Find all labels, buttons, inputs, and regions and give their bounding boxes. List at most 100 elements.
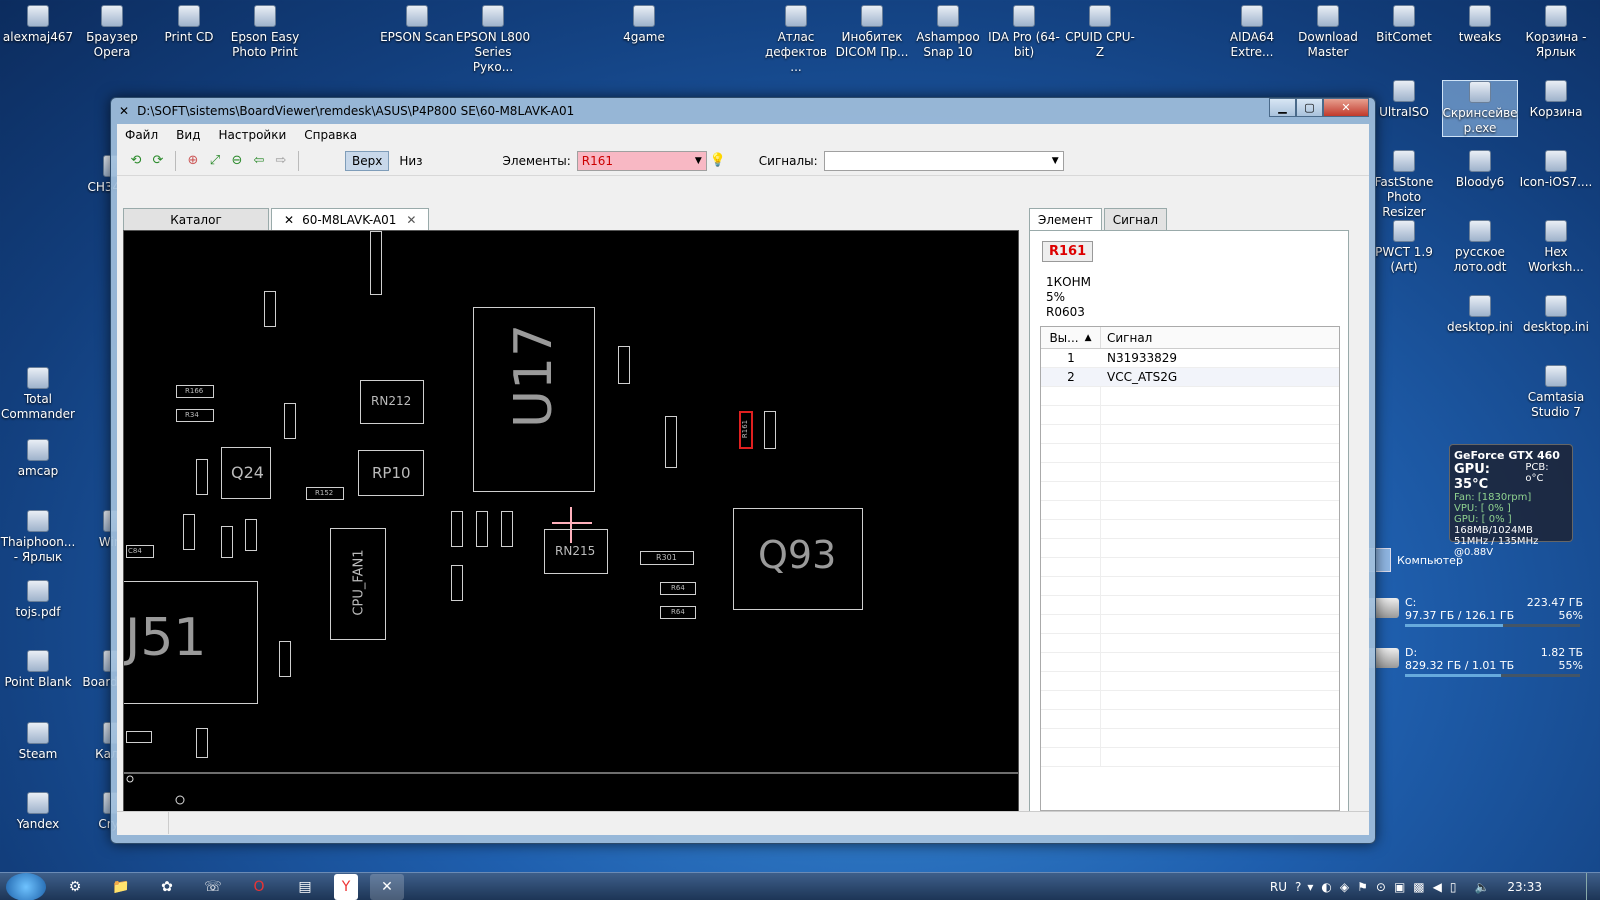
r152-resistor[interactable]: R152 — [306, 487, 344, 500]
rotate-right-icon[interactable]: ⟳ — [147, 151, 169, 171]
desktop-icon[interactable]: UltraISO — [1366, 80, 1442, 120]
desktop-icon[interactable]: Инобитек DICOM Пр... — [834, 5, 910, 60]
desktop-icon[interactable]: Print CD — [151, 5, 227, 45]
desktop-icon[interactable]: Steam — [0, 722, 76, 762]
desktop-icon[interactable]: tojs.pdf — [0, 580, 76, 620]
resistor-part[interactable] — [264, 291, 276, 327]
column-header-signal[interactable]: Сигнал — [1101, 327, 1339, 348]
resistor-part[interactable] — [196, 728, 208, 758]
language-indicator[interactable]: RU — [1270, 880, 1287, 894]
volume-icon[interactable]: 🔈 — [1474, 880, 1489, 894]
zoom-in-icon[interactable]: ⊕ — [182, 151, 204, 171]
zoom-fit-icon[interactable]: ⤢ — [204, 151, 226, 171]
desktop-icon[interactable]: PWCT 1.9 (Art) — [1366, 220, 1442, 275]
taskbar-app-icon[interactable]: ▤ — [288, 874, 322, 900]
resistor-part[interactable] — [451, 511, 463, 547]
chevron-down-icon[interactable]: ▼ — [1052, 156, 1059, 166]
start-button[interactable] — [6, 872, 46, 900]
capacitor-part[interactable] — [370, 231, 382, 295]
desktop-icon[interactable]: Thaiphoon... - Ярлык — [0, 510, 76, 565]
viber-icon[interactable]: ☏ — [196, 874, 230, 900]
maximize-button[interactable]: ▢ — [1296, 98, 1323, 117]
desktop-icon[interactable]: Total Commander — [0, 367, 76, 422]
bottom-side-toggle[interactable]: Низ — [393, 152, 428, 170]
menu-settings[interactable]: Настройки — [218, 128, 286, 142]
close-tab-icon[interactable]: ✕ — [406, 213, 416, 227]
resistor-part[interactable] — [284, 403, 296, 439]
desktop-icon[interactable]: Camtasia Studio 7 — [1518, 365, 1594, 420]
desktop-icon[interactable]: CPUID CPU-Z — [1062, 5, 1138, 60]
desktop-icon[interactable]: alexmaj467 — [0, 5, 76, 45]
yandex-icon[interactable]: Y — [334, 873, 358, 900]
r64-resistor[interactable]: R64 — [660, 606, 696, 619]
cpu-fan1-connector[interactable]: CPU_FAN1 — [330, 528, 386, 640]
r161-resistor-highlighted[interactable]: R161 — [739, 411, 753, 449]
r166-resistor[interactable]: R166 — [176, 385, 214, 398]
tray-icons[interactable]: ▾◐◈⚑⊙▣▩◀▯ — [1307, 880, 1464, 894]
resistor-part[interactable] — [618, 346, 630, 384]
explorer-icon[interactable]: 📁 — [104, 874, 138, 900]
forward-arrow-icon[interactable]: ⇨ — [270, 151, 292, 171]
lightbulb-icon[interactable]: 💡 — [707, 151, 729, 171]
elements-combo[interactable]: R161 ▼ — [576, 150, 707, 171]
resistor-part[interactable] — [764, 411, 776, 449]
q93-transistor[interactable]: Q93 — [733, 508, 863, 610]
tab-signal[interactable]: Сигнал — [1103, 208, 1168, 230]
tab-board[interactable]: ✕ 60-M8LAVK-A01 ✕ — [271, 208, 430, 230]
desktop-icon[interactable]: Point Blank — [0, 650, 76, 690]
resistor-part[interactable] — [451, 565, 463, 601]
desktop-icon[interactable]: EPSON L800 Series Руко... — [455, 5, 531, 75]
desktop-icon[interactable]: desktop.ini — [1442, 295, 1518, 335]
desktop-icon[interactable]: Корзина - Ярлык — [1518, 5, 1594, 60]
column-header-pin[interactable]: Вы... ▲ — [1041, 327, 1101, 348]
desktop-icon[interactable]: Браузер Opera — [74, 5, 150, 60]
show-desktop-button[interactable] — [1586, 873, 1600, 900]
desktop-icon[interactable]: tweaks — [1442, 5, 1518, 45]
signals-combo[interactable]: ▼ — [823, 150, 1064, 171]
desktop-icon[interactable]: EPSON Scan — [379, 5, 455, 45]
board-canvas[interactable]: U17 Q93 J51 RN212 RP10 Q24 CPU_FAN1 RN21… — [123, 230, 1019, 820]
help-icon[interactable]: ? — [1295, 880, 1301, 894]
desktop-icon[interactable]: Корзина — [1518, 80, 1594, 120]
capacitor-part[interactable] — [665, 416, 677, 468]
top-side-toggle[interactable]: Верх — [345, 150, 390, 171]
table-row[interactable]: 1 N31933829 — [1041, 349, 1339, 368]
resistor-part[interactable] — [196, 459, 208, 495]
desktop-icon[interactable]: desktop.ini — [1518, 295, 1594, 335]
desktop-icon[interactable]: Bloody6 — [1442, 150, 1518, 190]
desktop-icon[interactable]: amcap — [0, 439, 76, 479]
desktop-icon[interactable]: 4game — [606, 5, 682, 45]
j51-connector[interactable]: J51 — [124, 581, 258, 704]
resistor-part[interactable] — [476, 511, 488, 547]
resistor-part[interactable] — [245, 519, 257, 551]
desktop-icon[interactable]: Ashampoo Snap 10 — [910, 5, 986, 60]
desktop-icon[interactable]: русское лото.odt — [1442, 220, 1518, 275]
resistor-part[interactable] — [126, 731, 152, 743]
u17-chip[interactable]: U17 — [473, 307, 595, 492]
rn212-resistor-network[interactable]: RN212 — [360, 380, 424, 424]
tab-element[interactable]: Элемент — [1029, 208, 1102, 230]
desktop-icon[interactable]: Epson Easy Photo Print — [227, 5, 303, 60]
desktop-icon[interactable]: Скринсейве р.exe — [1442, 80, 1518, 137]
resistor-part[interactable] — [221, 526, 233, 558]
q24-transistor[interactable]: Q24 — [221, 447, 271, 499]
desktop-icon[interactable]: Yandex — [0, 792, 76, 832]
rn215-resistor-network[interactable]: RN215 — [544, 529, 608, 574]
rp10-resistor-pack[interactable]: RP10 — [358, 450, 424, 496]
desktop-icon[interactable]: Download Master — [1290, 5, 1366, 60]
taskbar-app-icon[interactable]: ✿ — [150, 874, 184, 900]
r64-resistor[interactable]: R64 — [660, 582, 696, 595]
r301-resistor[interactable]: R301 — [640, 551, 694, 565]
table-row[interactable]: 2 VCC_ATS2G — [1041, 368, 1339, 387]
menu-file[interactable]: Файл — [125, 128, 158, 142]
zoom-out-icon[interactable]: ⊖ — [226, 151, 248, 171]
desktop-icon[interactable]: BitComet — [1366, 5, 1442, 45]
desktop-icon[interactable]: Icon-iOS7.... — [1518, 150, 1594, 190]
resistor-part[interactable] — [501, 511, 513, 547]
rotate-left-icon[interactable]: ⟲ — [125, 151, 147, 171]
resistor-part[interactable] — [183, 514, 195, 550]
back-arrow-icon[interactable]: ⇦ — [248, 151, 270, 171]
desktop-icon[interactable]: AIDA64 Extre... — [1214, 5, 1290, 60]
r34-resistor[interactable]: R34 — [176, 409, 214, 422]
desktop-icon[interactable]: Hex Worksh... — [1518, 220, 1594, 275]
